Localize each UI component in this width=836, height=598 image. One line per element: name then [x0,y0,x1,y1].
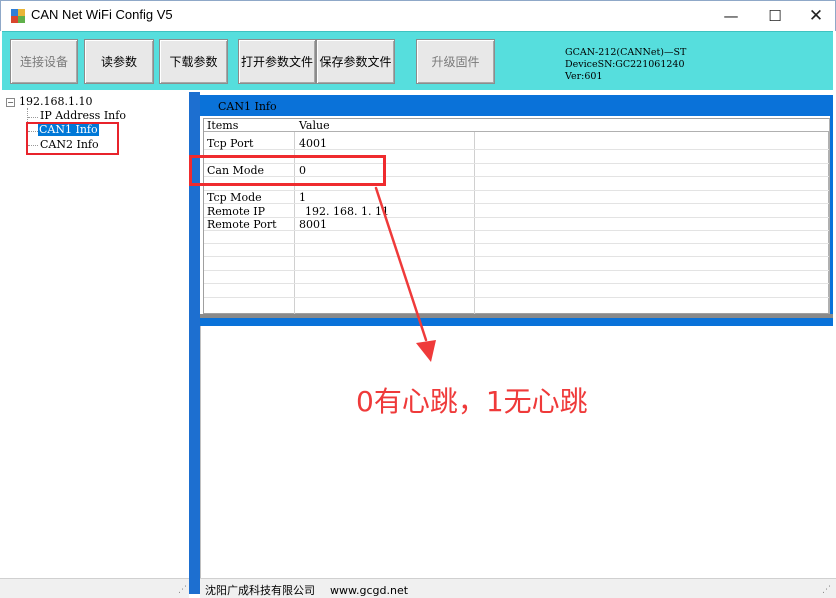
connect-device-button[interactable]: 连接设备 [10,39,78,84]
status-bar: 沈阳广成科技有限公司 www.gcgd.net ⋰ [200,578,836,598]
can-mode-highlight-box [189,155,386,186]
left-status-bar: ⋰ [0,578,189,598]
table-row[interactable]: Tcp Port 4001 [204,137,829,150]
table-row [204,244,829,257]
toolbar: 连接设备 读参数 下载参数 打开参数文件 保存参数文件 升级固件 GCAN-21… [2,31,833,90]
read-params-button[interactable]: 读参数 [84,39,154,84]
upgrade-firmware-button[interactable]: 升级固件 [416,39,495,84]
row-item: Tcp Port [207,137,254,150]
title-bar: CAN Net WiFi Config V5 — ☐ ✕ [0,0,836,31]
resize-grip-icon: ⋰ [178,585,187,595]
panel-header: CAN1 Info [200,95,833,116]
device-tree [2,92,189,592]
download-params-button[interactable]: 下载参数 [159,39,228,84]
tree-root-ip[interactable]: 192.168.1.10 [19,95,92,108]
table-row [204,271,829,284]
table-row[interactable]: Remote Port 8001 [204,218,829,231]
row-value[interactable]: 4001 [299,137,327,150]
grid-header-row: Items Value [204,119,829,132]
device-model: GCAN-212(CANNet)—ST [565,47,687,58]
tree-highlight-box [26,122,119,155]
device-sn: DeviceSN:GC221061240 [565,59,685,70]
row-value[interactable]: 192. 168. 1. 11 [305,205,389,218]
panel-right-edge [830,95,833,317]
tree-collapse-toggle[interactable]: − [6,98,15,107]
row-value[interactable]: 1 [299,191,306,204]
panel-title: CAN1 Info [218,100,277,113]
table-row [204,258,829,271]
params-grid: Items Value Tcp Port 4001 Can Mode 0 Tcp… [203,118,830,314]
log-splitter[interactable] [200,318,833,326]
save-param-file-button[interactable]: 保存参数文件 [316,39,395,84]
resize-grip-icon: ⋰ [822,585,831,595]
table-row [204,285,829,298]
annotation-text: 0有心跳，1无心跳 [356,385,588,418]
log-area[interactable] [200,326,833,578]
maximize-button[interactable]: ☐ [753,1,797,31]
open-param-file-button[interactable]: 打开参数文件 [238,39,316,84]
tree-item-ip-address-info[interactable]: IP Address Info [40,109,126,122]
status-text: 沈阳广成科技有限公司 www.gcgd.net [205,582,408,598]
row-item: Remote Port [207,218,277,231]
table-row [204,231,829,244]
app-icon [11,9,25,23]
close-button[interactable]: ✕ [794,1,836,31]
row-item: Remote IP [207,205,266,218]
device-version: Ver:601 [565,71,603,82]
row-value[interactable]: 8001 [299,218,327,231]
company-website: www.gcgd.net [330,584,409,597]
minimize-button[interactable]: — [709,1,753,31]
device-info: GCAN-212(CANNet)—ST DeviceSN:GC221061240… [565,47,686,83]
column-header-value[interactable]: Value [299,119,330,132]
column-header-items[interactable]: Items [207,119,238,132]
table-row[interactable]: Tcp Mode 1 [204,191,829,204]
company-name: 沈阳广成科技有限公司 [205,584,315,597]
row-item: Tcp Mode [207,191,262,204]
window-title: CAN Net WiFi Config V5 [31,7,173,22]
table-row[interactable]: Remote IP 192. 168. 1. 11 [204,205,829,218]
